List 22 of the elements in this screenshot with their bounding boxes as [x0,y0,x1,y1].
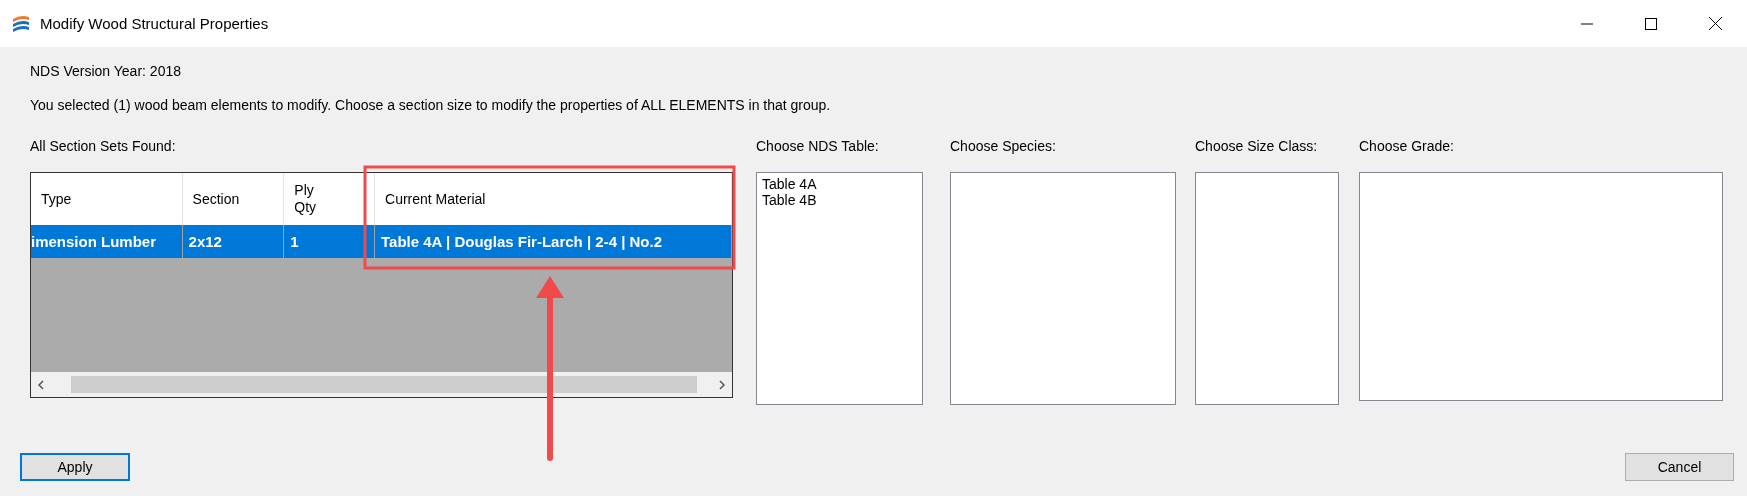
picker-label: Choose Grade: [1359,137,1454,155]
list-box[interactable]: Table 4A Table 4B [756,172,923,405]
picker-label: Choose Size Class: [1195,137,1318,155]
version-label: NDS Version Year: 2018 [30,62,181,80]
list-box[interactable] [1195,172,1339,405]
section-sets-label: All Section Sets Found: [30,137,176,155]
list-item[interactable]: Table 4B [762,192,817,208]
window-title: Modify Wood Structural Properties [40,15,270,32]
maximize-icon[interactable] [1645,17,1657,30]
list-item[interactable]: Table 4A [762,176,817,192]
picker-label: Choose Species: [950,137,1056,155]
minimize-icon[interactable] [1581,22,1593,25]
grid-row[interactable]: imension Lumber 2x12 1 Table 4A | Douglas Fir-Larch | 2-4 | No.2 [31,225,732,258]
picker-label: Choose NDS Table: [756,137,879,155]
apply-button[interactable]: Apply [20,453,130,481]
app-logo-icon [12,13,30,34]
instructions-text: You selected (1) wood beam elements to modify. Choose a section size to modify the properties of ALL ELEMENTS in that group. [30,96,831,114]
chevron-right-icon[interactable] [719,379,725,390]
chevron-left-icon[interactable] [38,379,44,390]
horizontal-scrollbar[interactable] [31,372,732,397]
close-icon[interactable] [1708,17,1722,30]
cancel-button[interactable]: Cancel [1625,453,1734,481]
